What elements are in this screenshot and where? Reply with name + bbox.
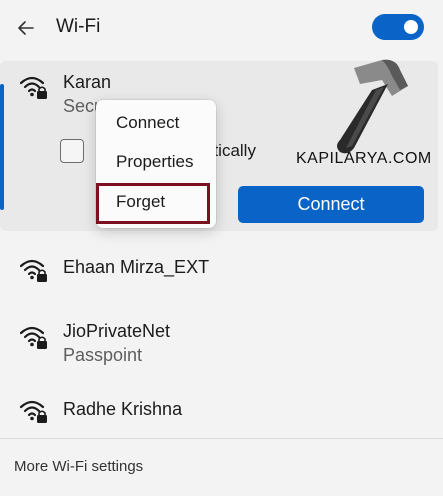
wifi-toggle[interactable] xyxy=(372,14,424,40)
footer-divider xyxy=(0,438,443,439)
selected-network-name: Karan xyxy=(63,72,112,92)
network-item-radhe-krishna[interactable]: Radhe Krishna xyxy=(0,382,438,438)
more-wifi-settings-link[interactable]: More Wi-Fi settings xyxy=(14,458,143,475)
wifi-secured-icon xyxy=(19,400,47,423)
menu-item-connect[interactable]: Connect xyxy=(96,104,216,142)
header: Wi-Fi xyxy=(0,0,443,56)
context-menu: Connect Properties Forget xyxy=(96,100,216,228)
wifi-secured-icon xyxy=(19,76,47,99)
network-subtitle: Passpoint xyxy=(63,345,143,365)
auto-connect-checkbox[interactable] xyxy=(60,139,84,163)
network-item-ehaan-mirza-ext[interactable]: Ehaan Mirza_EXT xyxy=(0,240,438,296)
logo-text: KAPILARYA.COM xyxy=(296,150,432,167)
toggle-knob xyxy=(404,20,418,34)
back-button[interactable] xyxy=(12,14,40,42)
network-name: Radhe Krishna xyxy=(63,399,183,419)
network-name: Ehaan Mirza_EXT xyxy=(63,257,210,277)
connect-button[interactable]: Connect xyxy=(238,186,424,223)
wifi-flyout: Wi-Fi Karan Secu atically Connect KAPILA… xyxy=(0,0,443,496)
menu-item-properties[interactable]: Properties xyxy=(96,143,216,181)
menu-item-forget[interactable]: Forget xyxy=(96,183,216,221)
selection-indicator xyxy=(0,84,4,210)
network-name: JioPrivateNet xyxy=(63,321,171,341)
arrow-left-icon xyxy=(18,21,34,35)
page-title: Wi-Fi xyxy=(56,16,101,37)
wifi-secured-icon xyxy=(19,259,47,282)
wifi-secured-icon xyxy=(19,326,47,349)
network-item-jioprivatenet[interactable]: JioPrivateNet Passpoint xyxy=(0,306,438,378)
